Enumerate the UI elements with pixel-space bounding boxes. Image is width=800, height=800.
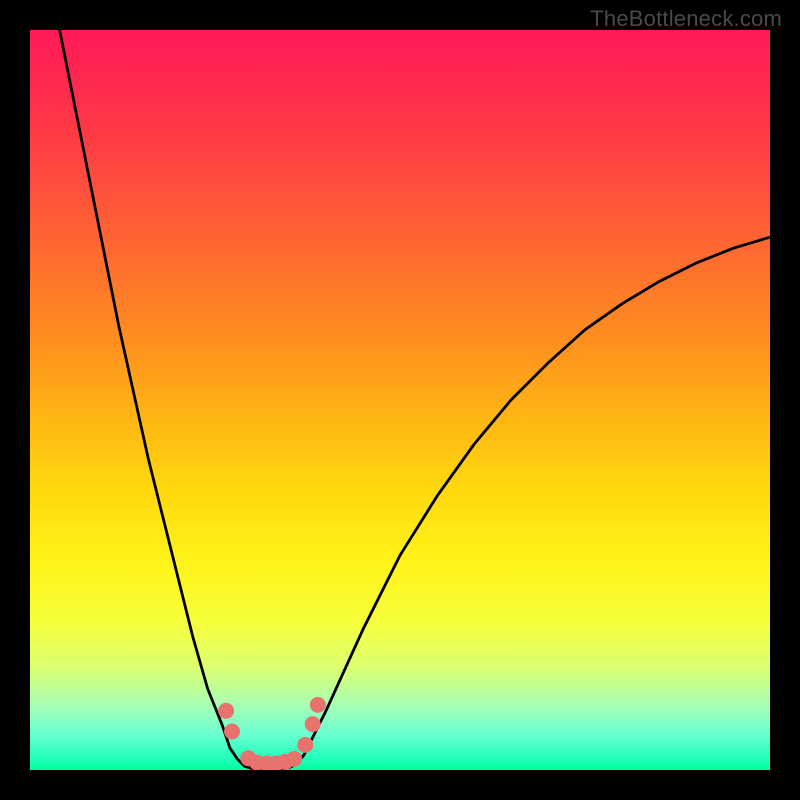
plot-area [30,30,770,770]
attribution-label: TheBottleneck.com [590,6,782,32]
curve-layer [30,30,770,770]
valley-dot [224,724,240,740]
valley-dot [310,697,326,713]
chart-frame: TheBottleneck.com [0,0,800,800]
valley-dots-group [218,697,326,770]
valley-dot [305,716,321,732]
bottleneck-curve [60,30,770,769]
valley-dot [286,751,302,767]
valley-dot [297,737,313,753]
valley-dot [218,703,234,719]
